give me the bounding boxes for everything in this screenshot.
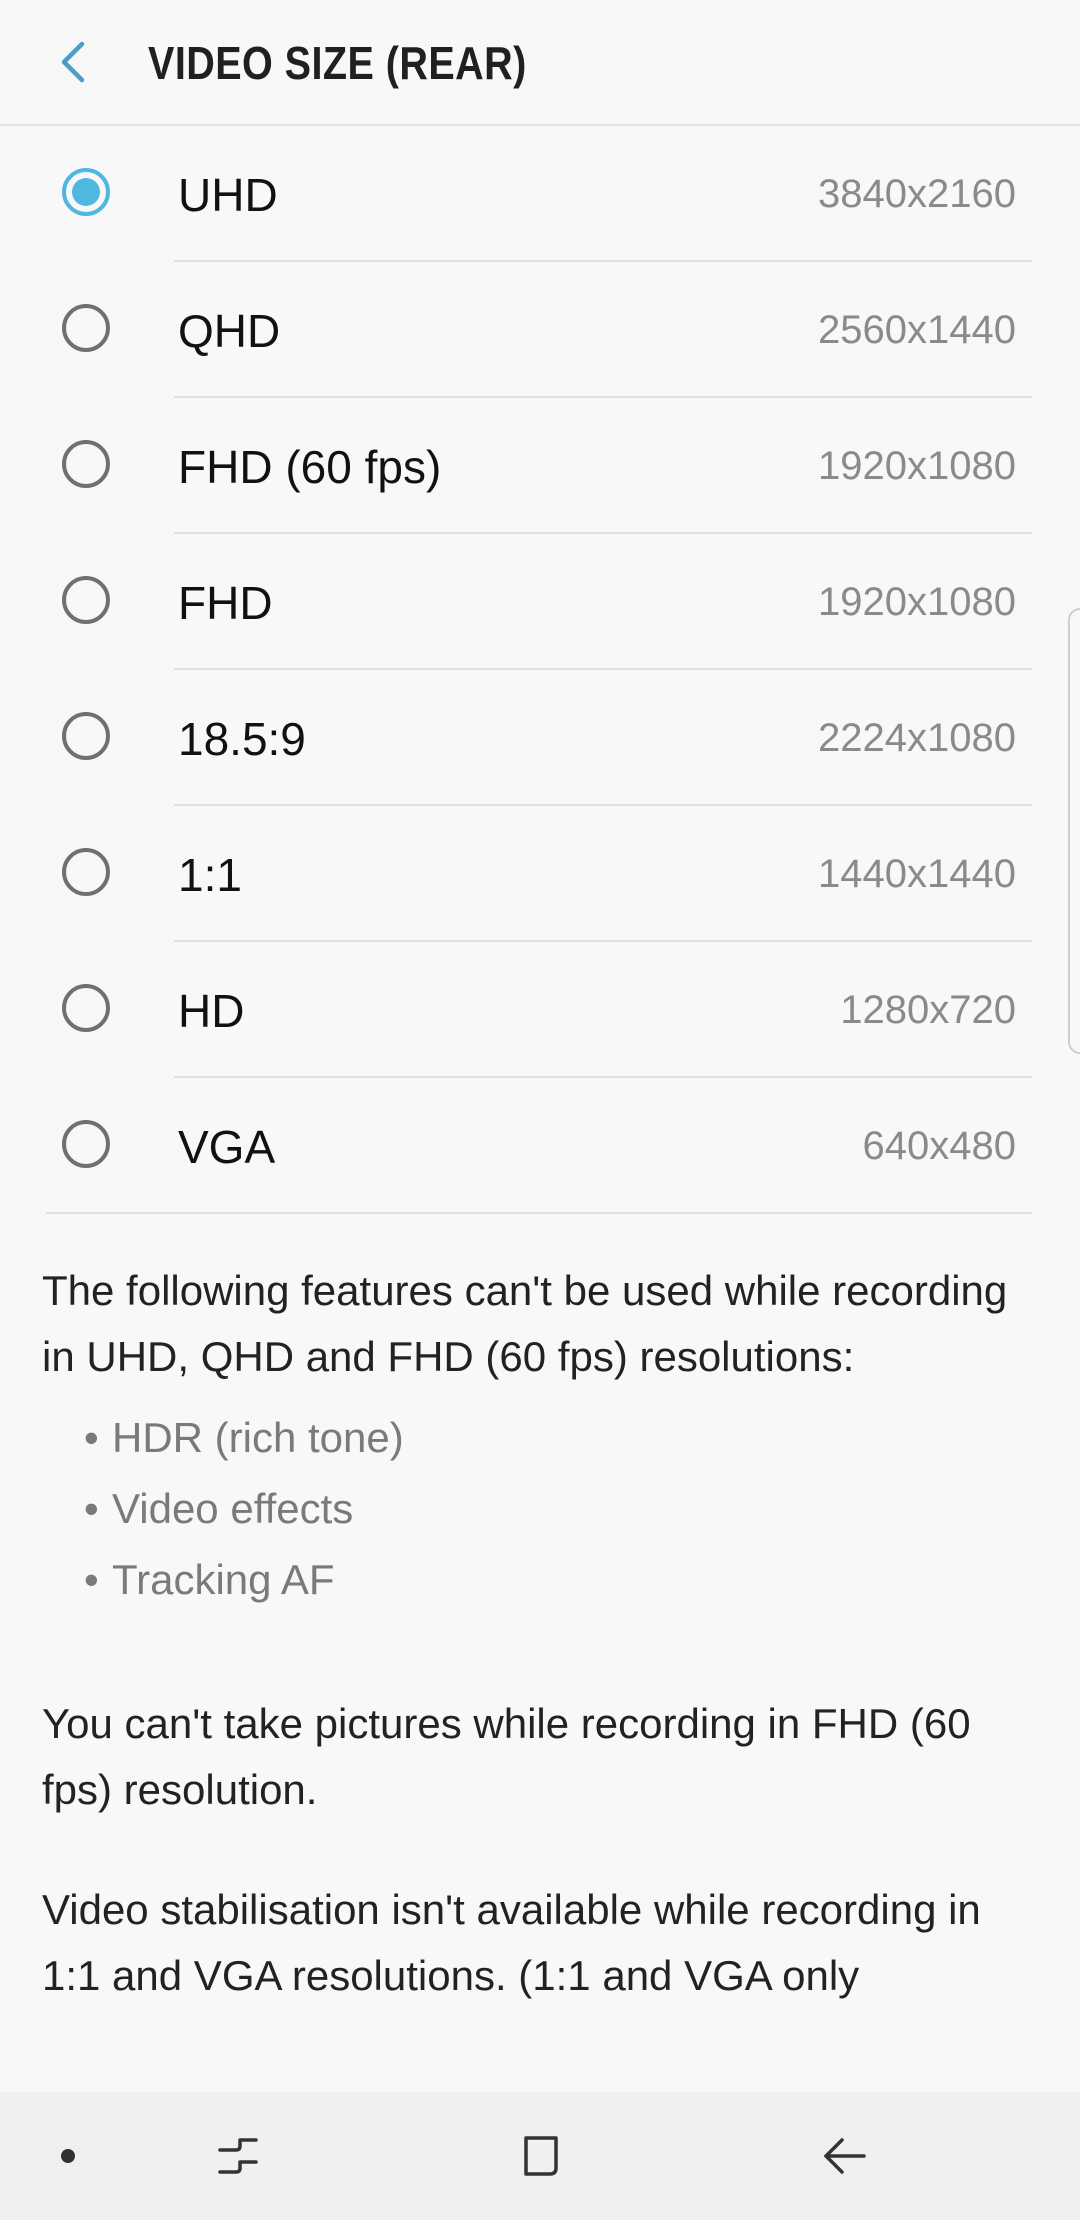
list-item: • HDR (rich tone) [84, 1414, 404, 1461]
list-item: • Tracking AF [84, 1556, 335, 1603]
info-paragraph: The following features can't be used whi… [42, 1267, 1008, 1380]
info-text: The following features can't be used whi… [42, 1258, 1042, 2009]
option-label: 1:1 [178, 849, 242, 901]
radio-button[interactable] [62, 712, 110, 760]
option-1-1[interactable]: 1:1 1440x1440 [0, 806, 1080, 942]
info-paragraph: Video stabilisation isn't available whil… [42, 1886, 981, 1999]
option-label: 18.5:9 [178, 713, 306, 765]
page-title: VIDEO SIZE (REAR) [148, 37, 527, 89]
home-icon[interactable] [500, 2116, 580, 2196]
scroll-indicator[interactable] [1068, 608, 1080, 1054]
option-fhd[interactable]: FHD 1920x1080 [0, 534, 1080, 670]
option-resolution: 3840x2160 [818, 172, 1016, 216]
radio-button[interactable] [62, 304, 110, 352]
option-label: VGA [178, 1121, 276, 1173]
radio-button[interactable] [62, 576, 110, 624]
option-label: QHD [178, 305, 281, 357]
radio-button[interactable] [62, 168, 110, 216]
option-resolution: 640x480 [862, 1124, 1016, 1168]
navigation-bar [0, 2092, 1080, 2220]
info-paragraph: You can't take pictures while recording … [42, 1700, 971, 1813]
video-size-options: UHD 3840x2160 QHD 2560x1440 FHD (60 fps)… [0, 126, 1080, 1214]
option-resolution: 1280x720 [840, 988, 1016, 1032]
divider [46, 1212, 1032, 1214]
option-resolution: 2560x1440 [818, 308, 1016, 352]
list-item-text: Video effects [112, 1485, 354, 1532]
list-item-text: Tracking AF [112, 1556, 335, 1603]
list-item-text: HDR (rich tone) [112, 1414, 404, 1461]
option-vga[interactable]: VGA 640x480 [0, 1078, 1080, 1214]
back-arrow-icon[interactable] [804, 2116, 884, 2196]
option-resolution: 1440x1440 [818, 852, 1016, 896]
option-label: FHD [178, 577, 273, 629]
option-qhd[interactable]: QHD 2560x1440 [0, 262, 1080, 398]
radio-button[interactable] [62, 848, 110, 896]
option-fhd-60fps[interactable]: FHD (60 fps) 1920x1080 [0, 398, 1080, 534]
radio-button[interactable] [62, 984, 110, 1032]
option-hd[interactable]: HD 1280x720 [0, 942, 1080, 1078]
radio-button[interactable] [62, 440, 110, 488]
back-button[interactable] [40, 28, 108, 96]
option-18-5-9[interactable]: 18.5:9 2224x1080 [0, 670, 1080, 806]
chevron-left-icon [61, 41, 85, 83]
dot-icon[interactable] [28, 2116, 108, 2196]
option-resolution: 1920x1080 [818, 580, 1016, 624]
option-label: UHD [178, 169, 278, 221]
recent-apps-icon[interactable] [198, 2116, 278, 2196]
video-size-screen: VIDEO SIZE (REAR) UHD 3840x2160 QHD 2560… [0, 0, 1080, 2220]
option-uhd[interactable]: UHD 3840x2160 [0, 126, 1080, 262]
option-resolution: 1920x1080 [818, 444, 1016, 488]
option-label: FHD (60 fps) [178, 441, 442, 493]
option-label: HD [178, 985, 245, 1037]
radio-button[interactable] [62, 1120, 110, 1168]
feature-list: • HDR (rich tone) • Video effects • Trackin… [42, 1402, 1042, 1615]
app-bar: VIDEO SIZE (REAR) [0, 0, 1080, 126]
option-resolution: 2224x1080 [818, 716, 1016, 760]
list-item: • Video effects [84, 1485, 354, 1532]
